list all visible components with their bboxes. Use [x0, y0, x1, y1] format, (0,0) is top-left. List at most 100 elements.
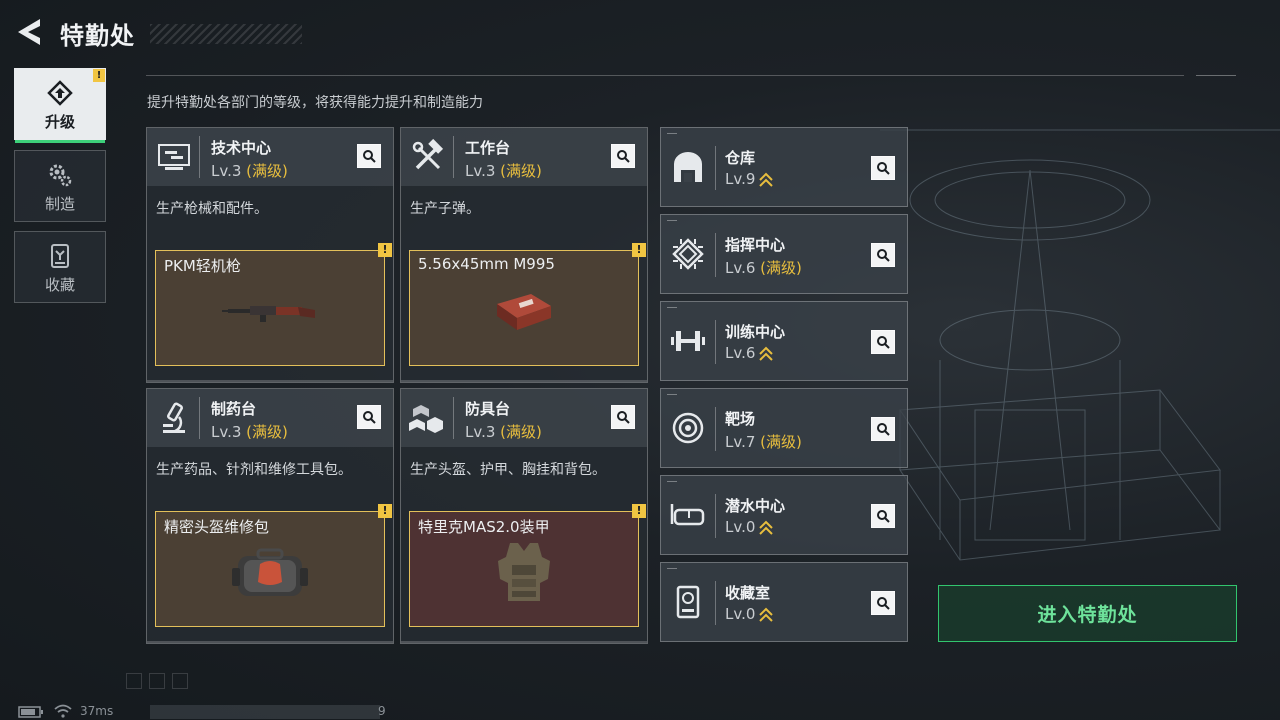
alert-badge: !	[378, 243, 392, 257]
search-button[interactable]	[871, 243, 895, 267]
divider	[199, 136, 200, 178]
department-card-training-center[interactable]: 训练中心 Lv.6	[660, 301, 908, 381]
level-value: Lv.3	[465, 423, 496, 441]
facility-card-pharmacy[interactable]: 制药台 Lv.3 (满级) 生产药品、针剂和维修工具包。 精密头盔维修包 !	[146, 388, 394, 644]
facility-description: 生产枪械和配件。	[156, 201, 268, 217]
search-icon	[617, 150, 630, 163]
department-level: Lv.7 (满级)	[725, 431, 802, 452]
nav-tab-collection[interactable]: 收藏	[14, 231, 106, 303]
facility-name: 防具台	[465, 400, 511, 418]
department-level: Lv.0	[725, 518, 774, 536]
target-icon	[672, 412, 704, 444]
search-button[interactable]	[611, 144, 635, 168]
facility-name: 技术中心	[211, 139, 272, 157]
page-title: 特勤处	[60, 22, 135, 50]
level-value: Lv.3	[211, 423, 242, 441]
upgrade-chevron-icon	[759, 346, 774, 361]
alert-badge: !	[632, 504, 646, 518]
department-name: 仓库	[725, 149, 756, 167]
search-button[interactable]	[871, 591, 895, 615]
max-level-tag: (满级)	[500, 423, 542, 441]
card-header: 制药台 Lv.3 (满级)	[147, 389, 393, 447]
collection-cabinet-icon	[676, 585, 700, 619]
search-button[interactable]	[871, 156, 895, 180]
divider	[199, 397, 200, 439]
repair-kit-bag-icon	[232, 548, 308, 596]
production-item-slot[interactable]: PKM轻机枪 !	[155, 243, 392, 366]
search-button[interactable]	[871, 330, 895, 354]
level-value: Lv.0	[725, 518, 756, 536]
divider	[715, 407, 716, 451]
production-item-slot[interactable]: 特里克MAS2.0装甲 !	[409, 504, 646, 627]
search-icon	[877, 597, 890, 610]
nav-tab-upgrade[interactable]: 升级 !	[14, 68, 106, 143]
divider	[1196, 75, 1236, 76]
search-icon	[877, 162, 890, 175]
level-value: Lv.0	[725, 605, 756, 623]
facility-card-armor-bench[interactable]: 防具台 Lv.3 (满级) 生产头盔、护甲、胸挂和背包。 特里克MAS2.0装甲…	[400, 388, 648, 644]
player-id-bar	[150, 705, 380, 719]
back-arrow-icon[interactable]	[14, 16, 46, 48]
battery-icon	[18, 706, 43, 718]
production-item-slot[interactable]: 精密头盔维修包 !	[155, 504, 392, 627]
facility-card-workbench[interactable]: 工作台 Lv.3 (满级) 生产子弹。 5.56x45mm M995 !	[400, 127, 648, 383]
search-icon	[617, 411, 630, 424]
divider	[453, 136, 454, 178]
ammo-box-icon	[497, 294, 551, 330]
divider	[453, 397, 454, 439]
search-icon	[363, 150, 376, 163]
upgrade-chevron-icon	[759, 172, 774, 187]
player-id-tail: 9	[378, 704, 386, 718]
facility-level: Lv.3 (满级)	[465, 421, 542, 442]
nav-tab-craft[interactable]: 制造	[14, 150, 106, 222]
search-button[interactable]	[871, 504, 895, 528]
card-header: 防具台 Lv.3 (满级)	[401, 389, 647, 447]
department-card-shooting-range[interactable]: 靶场 Lv.7 (满级)	[660, 388, 908, 468]
department-card-diving-center[interactable]: 潜水中心 Lv.0	[660, 475, 908, 555]
chip-icon	[672, 238, 704, 270]
card-header: 工作台 Lv.3 (满级)	[401, 128, 647, 186]
search-button[interactable]	[357, 144, 381, 168]
department-card-collection-room[interactable]: 收藏室 Lv.0	[660, 562, 908, 642]
department-name: 潜水中心	[725, 497, 786, 515]
title-decoration	[150, 24, 302, 44]
level-value: Lv.9	[725, 170, 756, 188]
nav-label: 收藏	[44, 276, 75, 294]
department-name: 靶场	[725, 410, 756, 428]
department-card-command-center[interactable]: 指挥中心 Lv.6 (满级)	[660, 214, 908, 294]
search-button[interactable]	[357, 405, 381, 429]
alert-badge: !	[632, 243, 646, 257]
page-subtitle: 提升特勤处各部门的等级，将获得能力提升和制造能力	[147, 95, 483, 111]
divider	[715, 581, 716, 625]
search-button[interactable]	[871, 417, 895, 441]
hammer-wrench-icon	[412, 138, 444, 170]
nav-label: 升级	[44, 113, 75, 131]
facility-level: Lv.3 (满级)	[465, 160, 542, 181]
facility-card-tech-center[interactable]: 技术中心 Lv.3 (满级) 生产枪械和配件。 PKM轻机枪 !	[146, 127, 394, 383]
facility-description: 生产头盔、护甲、胸挂和背包。	[410, 462, 606, 478]
max-level-tag: (满级)	[246, 162, 288, 180]
level-value: Lv.3	[465, 162, 496, 180]
max-level-tag: (满级)	[760, 259, 802, 277]
gears-icon	[49, 164, 72, 187]
enter-special-ops-button[interactable]: 进入特勤处	[938, 585, 1237, 642]
divider	[146, 75, 1184, 76]
wifi-icon	[54, 704, 72, 718]
max-level-tag: (满级)	[246, 423, 288, 441]
microscope-icon	[163, 402, 185, 433]
alert-badge: !	[378, 504, 392, 518]
upgrade-icon	[47, 80, 73, 106]
card-footer	[147, 380, 393, 382]
department-card-warehouse[interactable]: 仓库 Lv.9	[660, 127, 908, 207]
production-item-slot[interactable]: 5.56x45mm M995 !	[409, 243, 646, 366]
search-icon	[877, 510, 890, 523]
decoration	[126, 673, 142, 689]
collection-icon	[51, 244, 69, 268]
body-armor-icon	[498, 543, 550, 601]
search-icon	[877, 423, 890, 436]
search-button[interactable]	[611, 405, 635, 429]
decoration	[172, 673, 188, 689]
divider	[715, 233, 716, 277]
item-name: 精密头盔维修包	[164, 518, 270, 536]
department-level: Lv.6	[725, 344, 774, 362]
